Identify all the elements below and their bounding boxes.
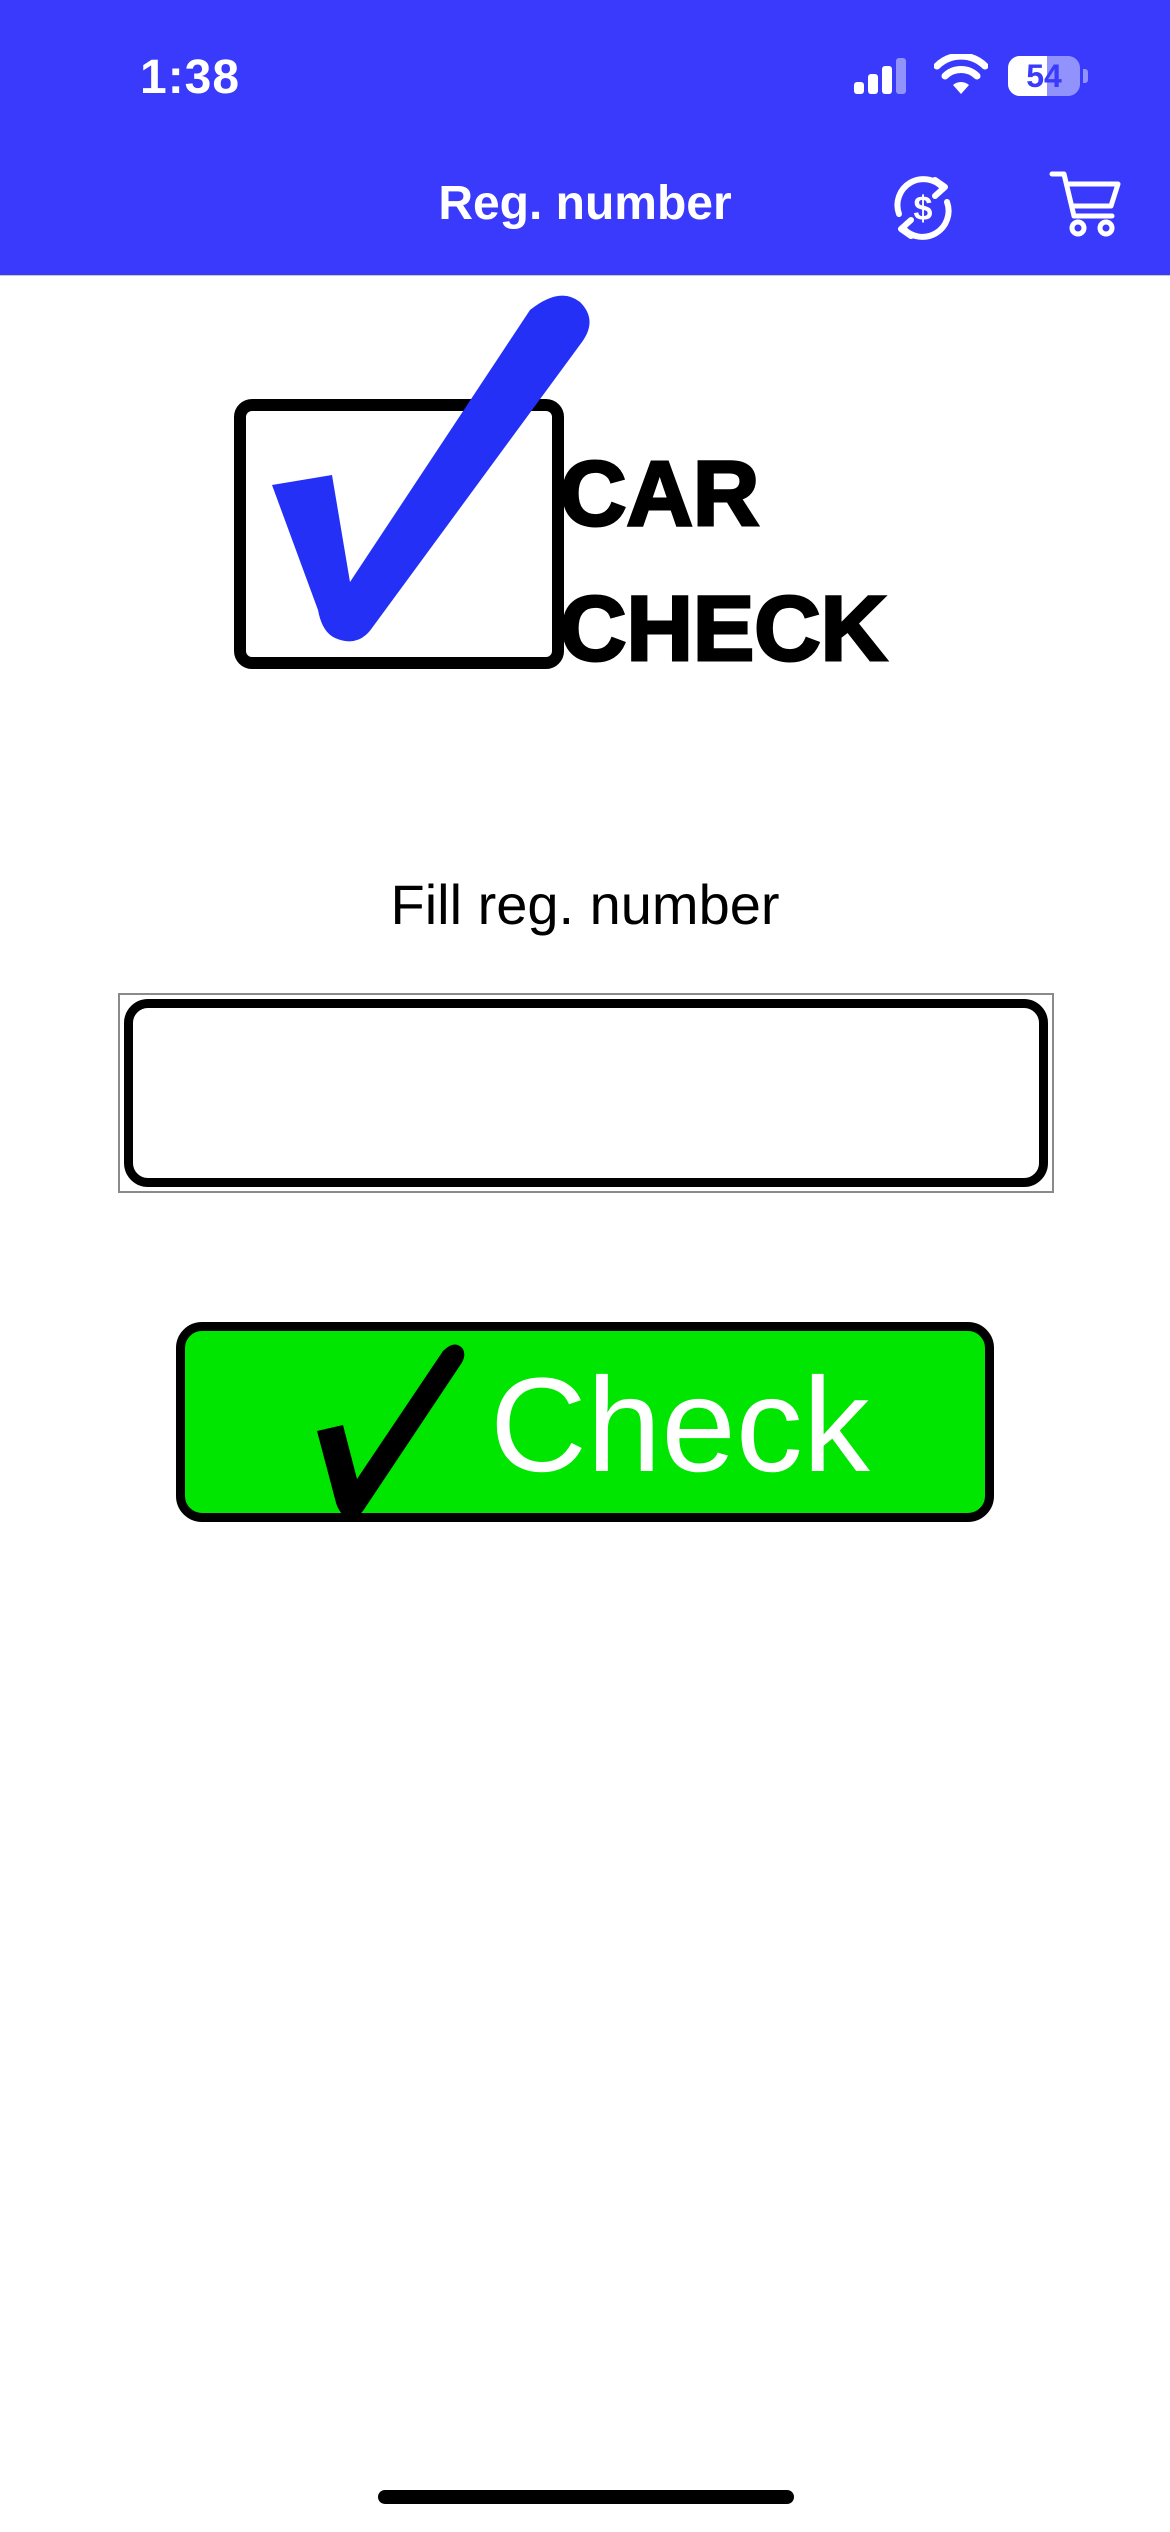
- reg-number-input[interactable]: [124, 999, 1048, 1187]
- reg-input-container: [118, 993, 1054, 1193]
- currency-exchange-icon[interactable]: $: [885, 170, 961, 246]
- app-header: 1:38 54 Reg. number $: [0, 0, 1170, 276]
- checkmark-icon: [317, 1344, 465, 1519]
- shopping-cart-icon[interactable]: [1048, 166, 1124, 242]
- check-button-label: Check: [490, 1351, 870, 1500]
- logo-text-check: CHECK: [560, 578, 887, 680]
- status-time: 1:38: [140, 51, 241, 104]
- page-title: Reg. number: [438, 177, 732, 230]
- check-button[interactable]: Check: [176, 1322, 994, 1522]
- wifi-icon: [934, 54, 988, 94]
- reg-number-label: Fill reg. number: [390, 873, 780, 936]
- battery-indicator: 54: [1008, 56, 1088, 96]
- car-check-logo: CAR CHECK: [234, 295, 889, 680]
- battery-level: 54: [1026, 58, 1062, 94]
- svg-text:$: $: [914, 190, 933, 228]
- logo-checkmark-icon: [272, 295, 590, 642]
- home-indicator[interactable]: [378, 2490, 794, 2504]
- cellular-signal-icon: [854, 58, 906, 94]
- logo-text-car: CAR: [560, 443, 759, 545]
